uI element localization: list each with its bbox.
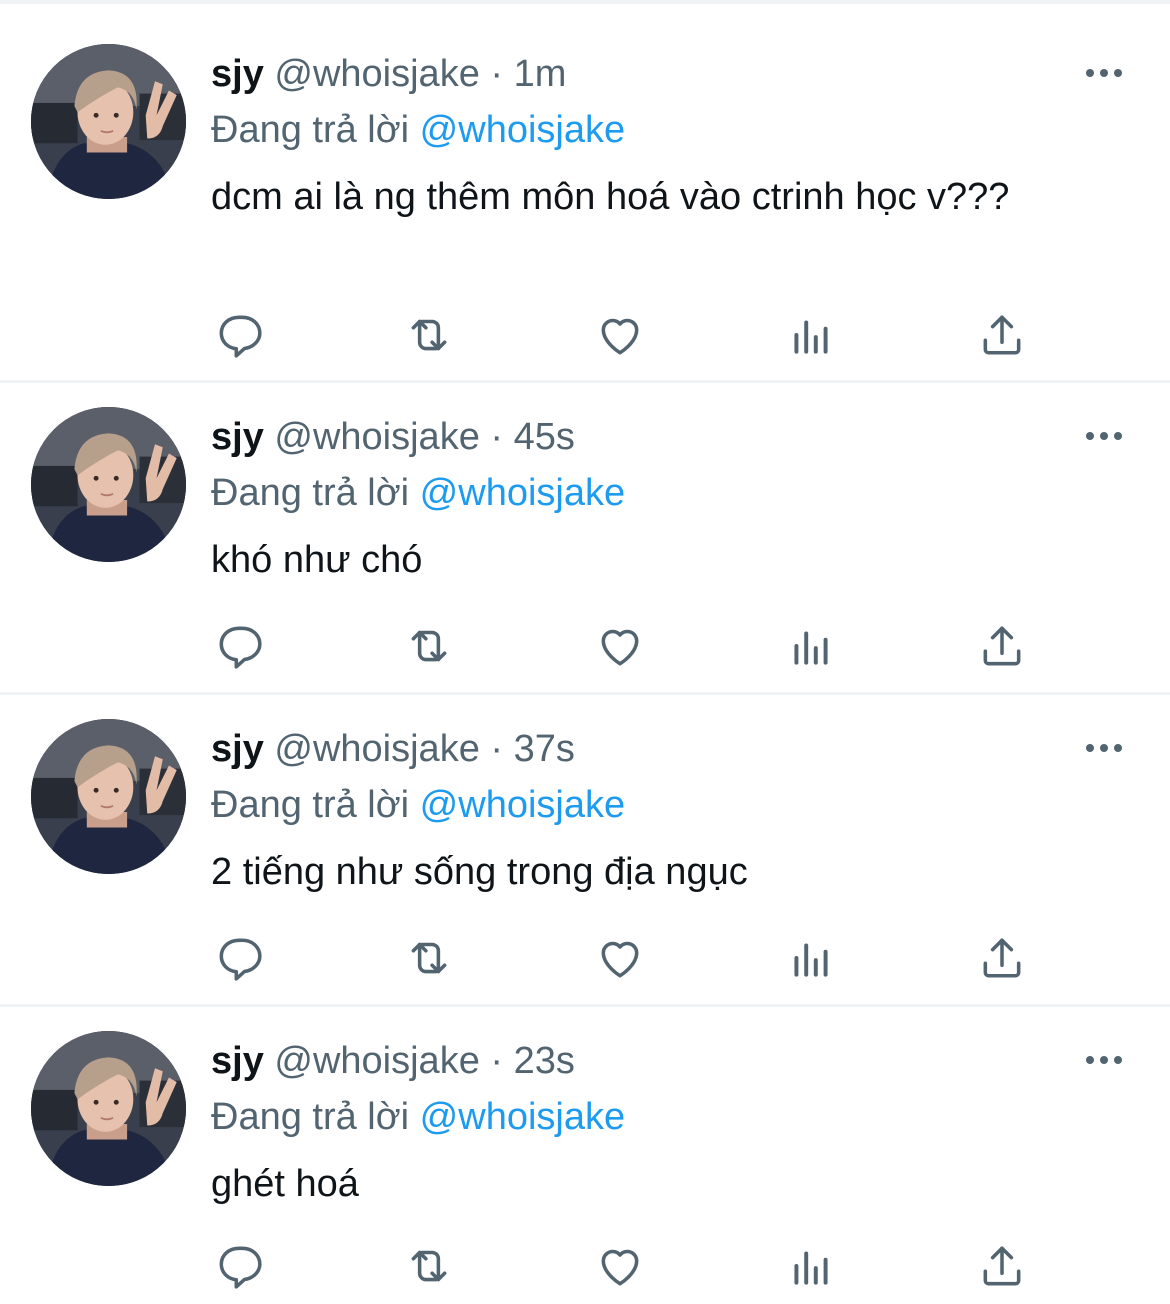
tweet-header: sjy @whoisjake · 23s bbox=[211, 1031, 1130, 1091]
share-icon[interactable] bbox=[974, 1238, 1030, 1294]
avatar[interactable] bbox=[31, 407, 186, 562]
replying-to-label: Đang trả lời bbox=[211, 109, 410, 151]
like-icon[interactable] bbox=[592, 1238, 648, 1294]
user-handle[interactable]: @whoisjake bbox=[274, 728, 479, 770]
tweet[interactable]: sjy @whoisjake · 45s Đang trả lời @whois… bbox=[0, 383, 1170, 695]
replying-to-label: Đang trả lời bbox=[211, 1096, 410, 1138]
timestamp[interactable]: 45s bbox=[514, 416, 575, 458]
like-icon[interactable] bbox=[592, 307, 648, 363]
user-handle[interactable]: @whoisjake bbox=[274, 1040, 479, 1082]
like-icon[interactable] bbox=[592, 930, 648, 986]
tweet[interactable]: sjy @whoisjake · 37s Đang trả lời @whois… bbox=[0, 695, 1170, 1007]
action-bar bbox=[211, 930, 1041, 986]
replying-to: Đang trả lời @whoisjake bbox=[211, 1091, 1130, 1143]
tweet-content: sjy @whoisjake · 23s Đang trả lời @whois… bbox=[211, 1031, 1130, 1211]
mention-link[interactable]: @whoisjake bbox=[420, 109, 625, 151]
more-icon[interactable] bbox=[1086, 60, 1126, 84]
tweet-text: khó như chó bbox=[211, 539, 423, 581]
retweet-icon[interactable] bbox=[401, 930, 457, 986]
tweet-content: sjy @whoisjake · 37s Đang trả lời @whois… bbox=[211, 719, 1130, 899]
retweet-icon[interactable] bbox=[401, 307, 457, 363]
reply-icon[interactable] bbox=[211, 307, 267, 363]
share-icon[interactable] bbox=[974, 930, 1030, 986]
retweet-icon[interactable] bbox=[401, 618, 457, 674]
tweet[interactable]: sjy @whoisjake · 1m Đang trả lời @whoisj… bbox=[0, 4, 1170, 383]
tweet-header: sjy @whoisjake · 1m bbox=[211, 44, 1130, 104]
display-name[interactable]: sjy bbox=[211, 728, 264, 770]
analytics-icon[interactable] bbox=[783, 930, 839, 986]
tweet-header: sjy @whoisjake · 45s bbox=[211, 407, 1130, 467]
timestamp[interactable]: 37s bbox=[514, 728, 575, 770]
tweet-header: sjy @whoisjake · 37s bbox=[211, 719, 1130, 779]
reply-icon[interactable] bbox=[211, 930, 267, 986]
tweet-text: 2 tiếng như sống trong địa ngục bbox=[211, 851, 748, 893]
share-icon[interactable] bbox=[974, 618, 1030, 674]
avatar[interactable] bbox=[31, 719, 186, 874]
action-bar bbox=[211, 307, 1041, 363]
separator-dot: · bbox=[490, 416, 504, 458]
more-icon[interactable] bbox=[1086, 1047, 1126, 1071]
tweet-list: sjy @whoisjake · 1m Đang trả lời @whoisj… bbox=[0, 4, 1170, 1304]
reply-icon[interactable] bbox=[211, 618, 267, 674]
separator-dot: · bbox=[490, 1040, 504, 1082]
avatar[interactable] bbox=[31, 1031, 186, 1186]
tweet[interactable]: sjy @whoisjake · 23s Đang trả lời @whois… bbox=[0, 1007, 1170, 1304]
tweet-content: sjy @whoisjake · 45s Đang trả lời @whois… bbox=[211, 407, 1130, 587]
action-bar bbox=[211, 618, 1041, 674]
mention-link[interactable]: @whoisjake bbox=[420, 472, 625, 514]
mention-link[interactable]: @whoisjake bbox=[420, 784, 625, 826]
display-name[interactable]: sjy bbox=[211, 1040, 264, 1082]
analytics-icon[interactable] bbox=[783, 307, 839, 363]
display-name[interactable]: sjy bbox=[211, 416, 264, 458]
action-bar bbox=[211, 1238, 1041, 1294]
like-icon[interactable] bbox=[592, 618, 648, 674]
separator-dot: · bbox=[490, 53, 504, 95]
separator-dot: · bbox=[490, 728, 504, 770]
display-name[interactable]: sjy bbox=[211, 53, 264, 95]
tweet-text: dcm ai là ng thêm môn hoá vào ctrinh học… bbox=[211, 176, 1010, 218]
replying-to: Đang trả lời @whoisjake bbox=[211, 779, 1130, 831]
analytics-icon[interactable] bbox=[783, 1238, 839, 1294]
avatar[interactable] bbox=[31, 44, 186, 199]
timestamp[interactable]: 23s bbox=[514, 1040, 575, 1082]
more-icon[interactable] bbox=[1086, 735, 1126, 759]
replying-to-label: Đang trả lời bbox=[211, 472, 410, 514]
retweet-icon[interactable] bbox=[401, 1238, 457, 1294]
tweet-content: sjy @whoisjake · 1m Đang trả lời @whoisj… bbox=[211, 44, 1130, 224]
replying-to: Đang trả lời @whoisjake bbox=[211, 467, 1130, 519]
user-handle[interactable]: @whoisjake bbox=[274, 53, 479, 95]
user-handle[interactable]: @whoisjake bbox=[274, 416, 479, 458]
replying-to-label: Đang trả lời bbox=[211, 784, 410, 826]
more-icon[interactable] bbox=[1086, 423, 1126, 447]
tweet-text: ghét hoá bbox=[211, 1163, 359, 1205]
timestamp[interactable]: 1m bbox=[514, 53, 567, 95]
reply-icon[interactable] bbox=[211, 1238, 267, 1294]
replying-to: Đang trả lời @whoisjake bbox=[211, 104, 1130, 156]
mention-link[interactable]: @whoisjake bbox=[420, 1096, 625, 1138]
analytics-icon[interactable] bbox=[783, 618, 839, 674]
share-icon[interactable] bbox=[974, 307, 1030, 363]
